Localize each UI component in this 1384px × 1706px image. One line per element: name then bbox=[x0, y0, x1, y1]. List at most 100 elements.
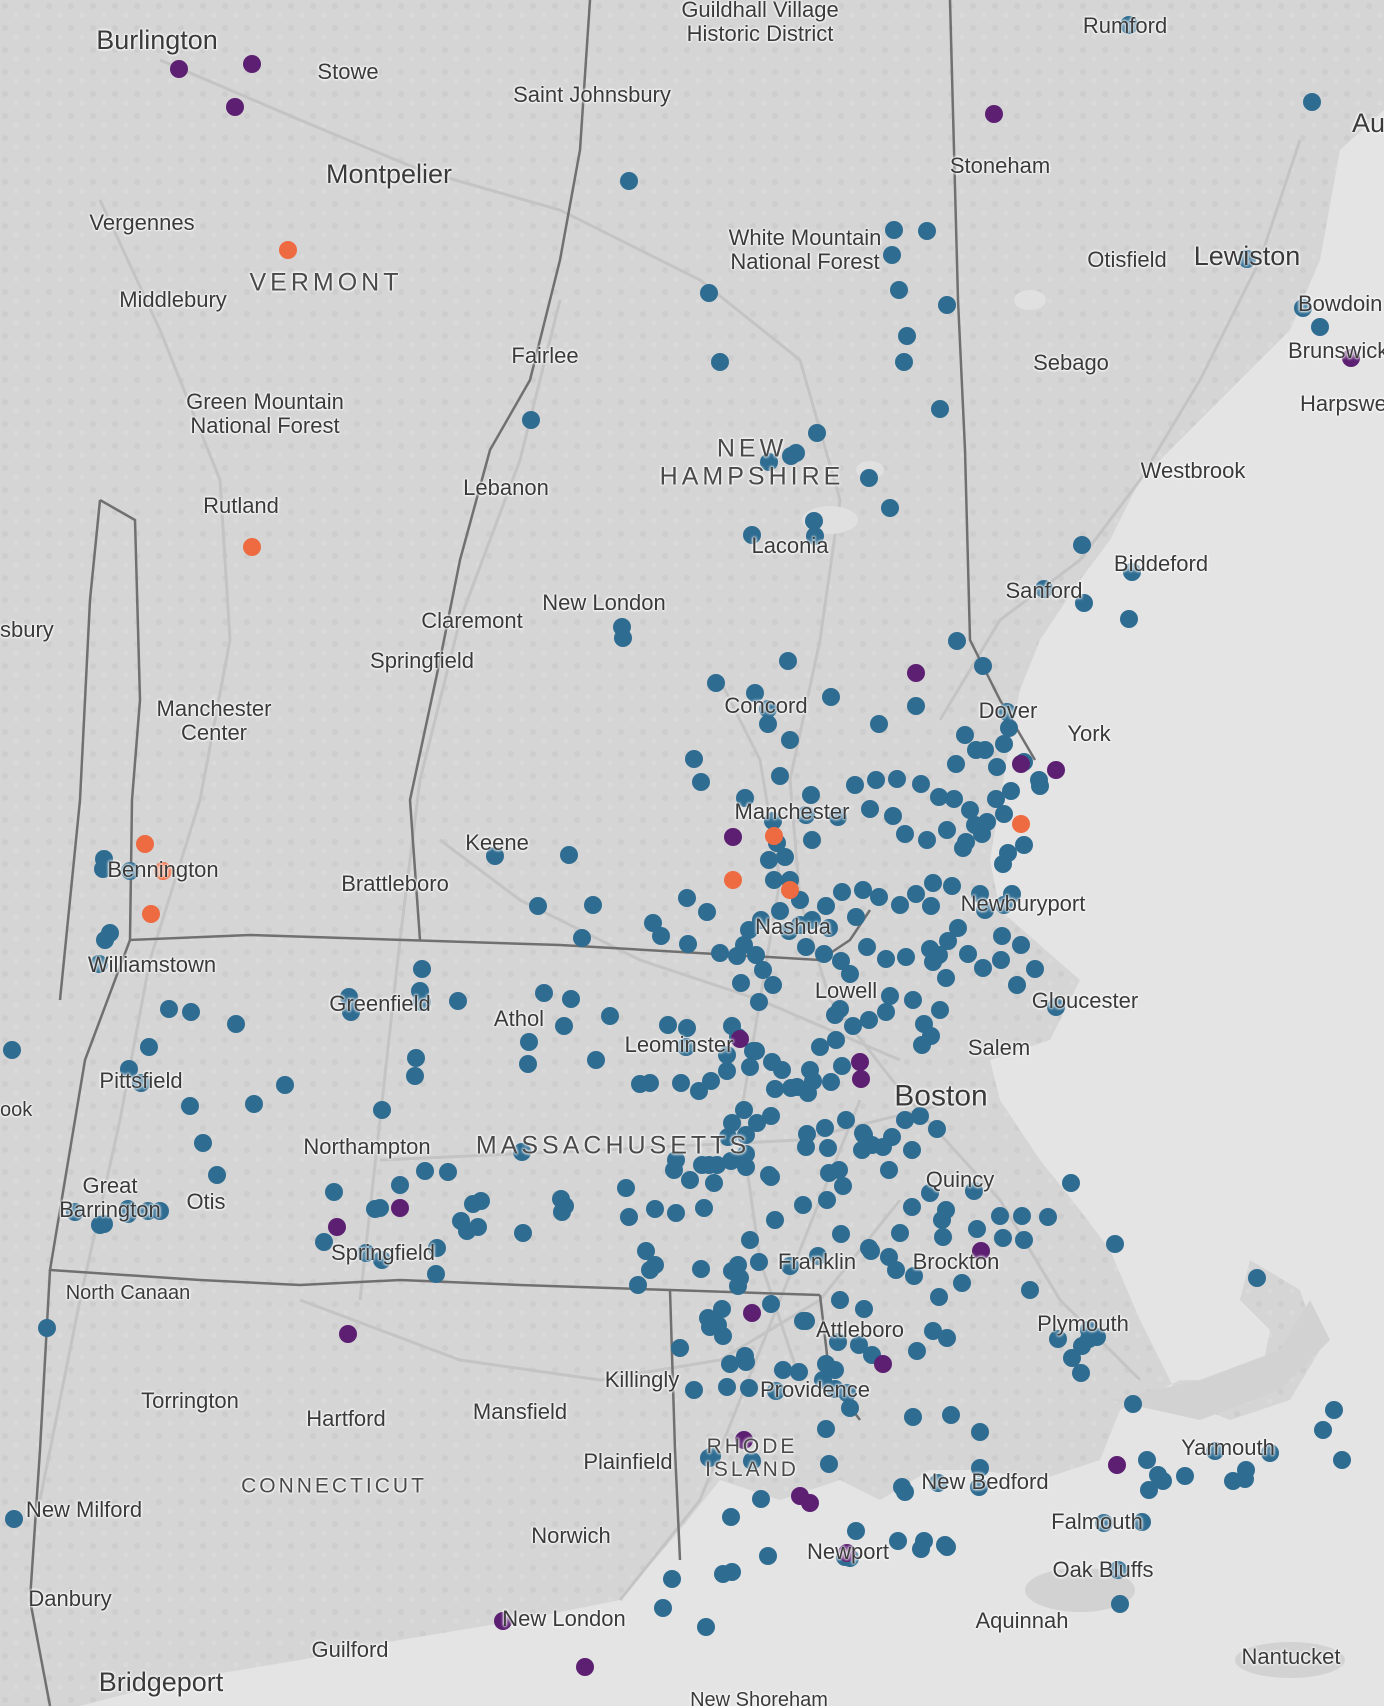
location-marker[interactable] bbox=[325, 1183, 343, 1201]
location-marker[interactable] bbox=[614, 629, 632, 647]
location-marker[interactable] bbox=[519, 1055, 537, 1073]
location-marker[interactable] bbox=[811, 1038, 829, 1056]
location-marker[interactable] bbox=[759, 1547, 777, 1565]
location-marker[interactable] bbox=[915, 1015, 933, 1033]
location-marker-purple[interactable] bbox=[1012, 755, 1030, 773]
location-marker[interactable] bbox=[881, 987, 899, 1005]
location-marker[interactable] bbox=[629, 1276, 647, 1294]
location-marker[interactable] bbox=[860, 469, 878, 487]
location-marker[interactable] bbox=[931, 1001, 949, 1019]
location-marker[interactable] bbox=[1236, 1470, 1254, 1488]
location-marker[interactable] bbox=[957, 833, 975, 851]
location-marker[interactable] bbox=[702, 1072, 720, 1090]
location-marker[interactable] bbox=[816, 1119, 834, 1137]
location-marker[interactable] bbox=[439, 1163, 457, 1181]
location-marker[interactable] bbox=[994, 1229, 1012, 1247]
location-marker[interactable] bbox=[976, 741, 994, 759]
location-marker[interactable] bbox=[818, 1191, 836, 1209]
location-marker[interactable] bbox=[562, 990, 580, 1008]
location-marker[interactable] bbox=[942, 1406, 960, 1424]
location-marker-purple[interactable] bbox=[801, 1494, 819, 1512]
location-marker[interactable] bbox=[750, 1253, 768, 1271]
location-marker[interactable] bbox=[681, 1171, 699, 1189]
location-marker[interactable] bbox=[904, 1408, 922, 1426]
location-marker[interactable] bbox=[820, 1455, 838, 1473]
location-marker[interactable] bbox=[959, 945, 977, 963]
location-marker[interactable] bbox=[815, 945, 833, 963]
location-marker-purple[interactable] bbox=[576, 1658, 594, 1676]
location-marker[interactable] bbox=[817, 1420, 835, 1438]
location-marker-purple[interactable] bbox=[985, 105, 1003, 123]
location-marker[interactable] bbox=[701, 1318, 719, 1336]
location-marker[interactable] bbox=[1063, 1349, 1081, 1367]
location-marker[interactable] bbox=[918, 222, 936, 240]
location-marker[interactable] bbox=[883, 246, 901, 264]
location-marker[interactable] bbox=[449, 992, 467, 1010]
location-marker[interactable] bbox=[938, 1329, 956, 1347]
location-marker[interactable] bbox=[1039, 1208, 1057, 1226]
location-marker[interactable] bbox=[762, 1107, 780, 1125]
location-marker[interactable] bbox=[641, 1261, 659, 1279]
location-marker[interactable] bbox=[908, 1342, 926, 1360]
location-marker[interactable] bbox=[373, 1101, 391, 1119]
location-marker[interactable] bbox=[854, 881, 872, 899]
location-marker[interactable] bbox=[620, 172, 638, 190]
location-marker[interactable] bbox=[711, 944, 729, 962]
location-marker[interactable] bbox=[991, 1207, 1009, 1225]
location-marker[interactable] bbox=[803, 831, 821, 849]
location-marker[interactable] bbox=[773, 1061, 791, 1079]
location-marker[interactable] bbox=[897, 948, 915, 966]
location-marker[interactable] bbox=[817, 897, 835, 915]
location-marker[interactable] bbox=[413, 960, 431, 978]
location-marker[interactable] bbox=[847, 908, 865, 926]
location-marker[interactable] bbox=[895, 353, 913, 371]
location-marker[interactable] bbox=[1154, 1472, 1172, 1490]
location-marker[interactable] bbox=[671, 1339, 689, 1357]
location-marker[interactable] bbox=[765, 871, 783, 889]
location-marker[interactable] bbox=[1030, 771, 1048, 789]
location-marker[interactable] bbox=[884, 807, 902, 825]
location-marker[interactable] bbox=[732, 974, 750, 992]
location-marker[interactable] bbox=[912, 1540, 930, 1558]
location-marker[interactable] bbox=[705, 1174, 723, 1192]
location-marker[interactable] bbox=[771, 767, 789, 785]
location-marker[interactable] bbox=[208, 1166, 226, 1184]
location-marker[interactable] bbox=[245, 1095, 263, 1113]
location-marker[interactable] bbox=[948, 632, 966, 650]
location-marker[interactable] bbox=[194, 1134, 212, 1152]
location-marker[interactable] bbox=[847, 1522, 865, 1540]
location-marker[interactable] bbox=[794, 1196, 812, 1214]
location-marker[interactable] bbox=[747, 1042, 765, 1060]
location-marker-orange[interactable] bbox=[1012, 815, 1030, 833]
location-marker[interactable] bbox=[822, 1073, 840, 1091]
location-marker[interactable] bbox=[1106, 1235, 1124, 1253]
location-marker[interactable] bbox=[718, 1378, 736, 1396]
location-marker[interactable] bbox=[371, 1199, 389, 1217]
location-marker[interactable] bbox=[520, 1033, 538, 1051]
location-marker[interactable] bbox=[903, 1198, 921, 1216]
location-marker[interactable] bbox=[1013, 1207, 1031, 1225]
location-marker[interactable] bbox=[987, 790, 1005, 808]
location-marker[interactable] bbox=[741, 1058, 759, 1076]
location-marker[interactable] bbox=[797, 1312, 815, 1330]
location-marker[interactable] bbox=[685, 750, 703, 768]
location-marker[interactable] bbox=[728, 947, 746, 965]
location-marker[interactable] bbox=[766, 1080, 784, 1098]
location-marker[interactable] bbox=[750, 993, 768, 1011]
location-marker[interactable] bbox=[1073, 536, 1091, 554]
location-marker[interactable] bbox=[678, 889, 696, 907]
location-marker[interactable] bbox=[890, 281, 908, 299]
location-marker[interactable] bbox=[560, 846, 578, 864]
location-marker[interactable] bbox=[995, 735, 1013, 753]
location-marker[interactable] bbox=[760, 851, 778, 869]
location-marker[interactable] bbox=[697, 1618, 715, 1636]
location-marker[interactable] bbox=[934, 1228, 952, 1246]
location-marker[interactable] bbox=[698, 903, 716, 921]
location-marker-orange[interactable] bbox=[243, 538, 261, 556]
location-marker-purple[interactable] bbox=[1047, 761, 1065, 779]
location-marker-orange[interactable] bbox=[142, 905, 160, 923]
location-marker[interactable] bbox=[1138, 1451, 1156, 1469]
location-marker[interactable] bbox=[762, 1295, 780, 1313]
location-marker[interactable] bbox=[652, 927, 670, 945]
location-marker[interactable] bbox=[832, 1225, 850, 1243]
